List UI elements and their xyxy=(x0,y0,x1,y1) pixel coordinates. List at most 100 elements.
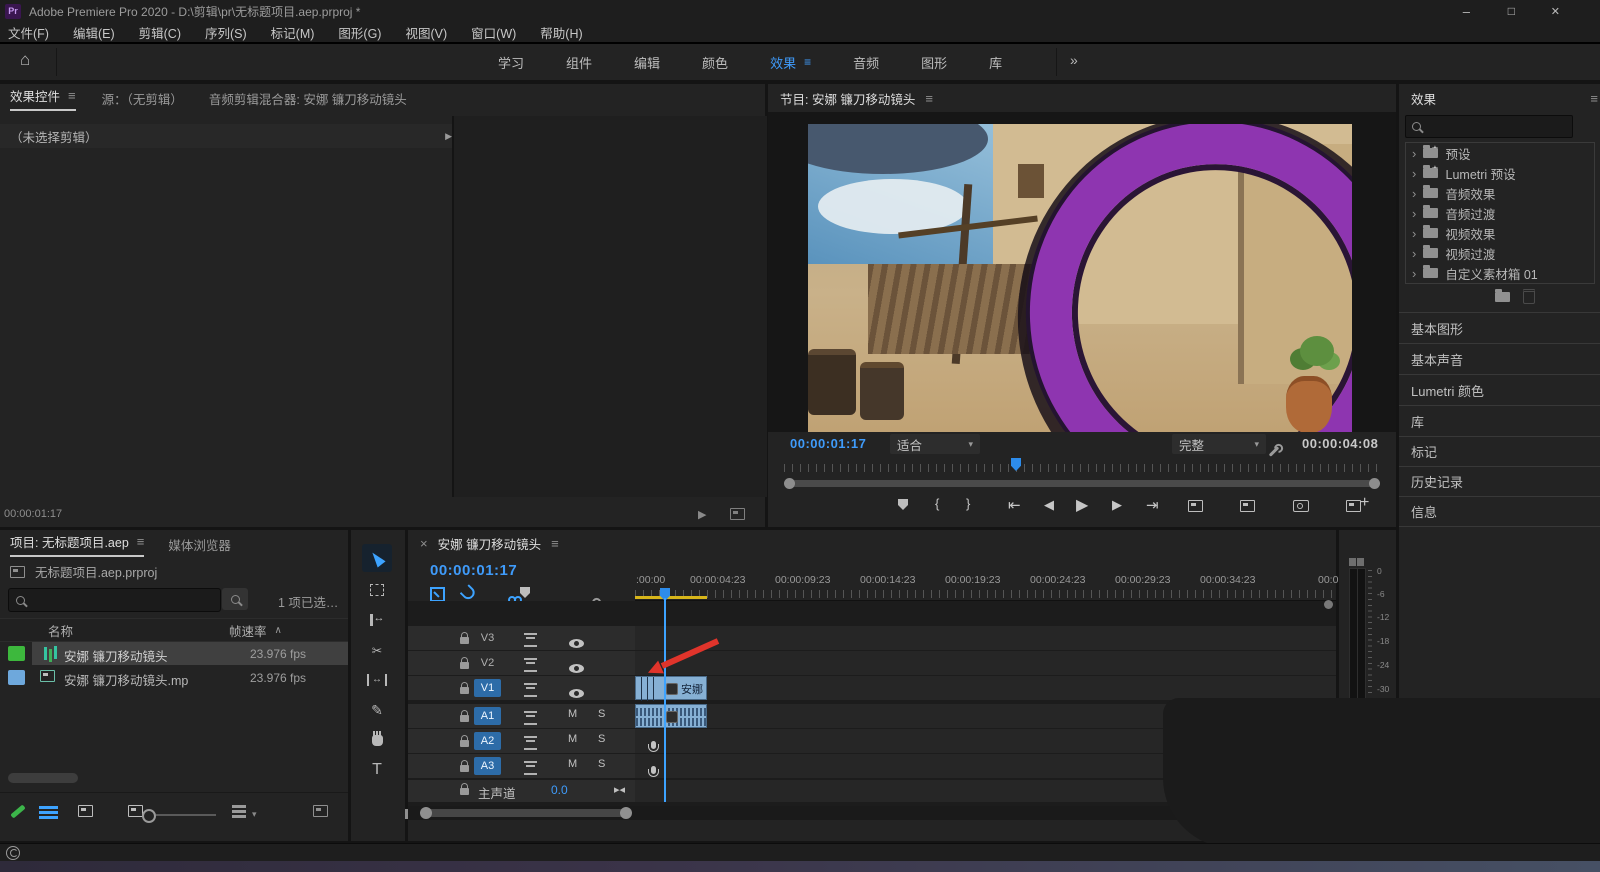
lock-icon[interactable] xyxy=(460,765,469,772)
lock-icon[interactable] xyxy=(460,788,469,795)
track-badge-a1[interactable]: A1 xyxy=(474,707,501,725)
search-bin-button[interactable] xyxy=(222,588,248,610)
master-level-value[interactable]: 0.0 xyxy=(551,783,568,797)
zoom-level-dropdown[interactable]: 适合▾ xyxy=(890,434,980,454)
chevron-right-icon[interactable]: › xyxy=(1412,226,1416,241)
maximize-button[interactable]: □ xyxy=(1508,4,1515,18)
insert-nest-icon[interactable] xyxy=(430,587,445,602)
creative-cloud-icon[interactable] xyxy=(6,846,20,860)
program-mini-ruler[interactable] xyxy=(784,464,1380,472)
timeline-ruler[interactable]: :00:00 00:00:04:23 00:00:09:23 00:00:14:… xyxy=(635,570,1336,601)
playback-resolution-dropdown[interactable]: 完整▾ xyxy=(1172,434,1266,454)
track-badge-a3[interactable]: A3 xyxy=(474,757,501,775)
project-row-sequence[interactable]: 安娜 镰刀移动镜头 23.976 fps xyxy=(0,642,348,665)
sort-caret-icon[interactable]: ▾ xyxy=(252,809,257,820)
item-name[interactable]: 安娜 镰刀移动镜头.mp xyxy=(64,670,188,689)
item-name[interactable]: 安娜 镰刀移动镜头 xyxy=(64,646,167,665)
expand-arrow-icon[interactable]: ▶ xyxy=(445,131,452,142)
panel-menu-icon[interactable]: ≡ xyxy=(925,91,933,106)
settings-wrench-icon[interactable] xyxy=(1269,446,1280,457)
automate-to-sequence-icon[interactable] xyxy=(313,805,328,817)
track-select-forward-tool[interactable] xyxy=(362,578,392,602)
tab-project[interactable]: 项目: 无标题项目.aep≡ xyxy=(10,532,144,557)
voiceover-record-icon[interactable] xyxy=(651,741,656,749)
lock-icon[interactable] xyxy=(460,662,469,669)
panel-info[interactable]: 信息 xyxy=(1399,496,1600,527)
timeline-vscrollbar-handle[interactable] xyxy=(1324,600,1333,609)
solo-track-button[interactable]: S xyxy=(598,733,605,745)
horizontal-scrollbar[interactable] xyxy=(8,773,78,783)
column-framerate[interactable]: 帧速率 xyxy=(229,621,267,640)
menu-graphics[interactable]: 图形(G) xyxy=(338,23,381,42)
menu-window[interactable]: 窗口(W) xyxy=(471,23,516,42)
step-back-icon[interactable]: ◀ xyxy=(1044,497,1054,513)
effects-tree-item-custom-bin[interactable]: › 自定义素材箱 01 xyxy=(1406,263,1594,283)
writable-pencil-icon[interactable] xyxy=(10,804,25,818)
lock-icon[interactable] xyxy=(460,687,469,694)
scrollbar-bar[interactable] xyxy=(425,809,625,817)
zoom-slider-handle[interactable] xyxy=(142,809,156,823)
lock-icon[interactable] xyxy=(460,637,469,644)
close-button[interactable]: ✕ xyxy=(1551,5,1560,18)
menu-help[interactable]: 帮助(H) xyxy=(540,23,582,42)
sync-lock-icon[interactable] xyxy=(524,711,537,725)
sync-lock-icon[interactable] xyxy=(524,736,537,750)
track-badge-a2[interactable]: A2 xyxy=(474,732,501,750)
timeline-tab[interactable]: 安娜 镰刀移动镜头 xyxy=(438,534,541,553)
panel-menu-icon[interactable]: ≡ xyxy=(1590,91,1598,106)
sync-lock-icon[interactable] xyxy=(524,658,537,672)
sort-ascending-icon[interactable]: ∧ xyxy=(275,625,282,636)
chevron-right-icon[interactable]: › xyxy=(1412,186,1416,201)
tab-libraries[interactable]: 库 xyxy=(989,53,1002,72)
project-file-row[interactable]: 无标题项目.aep.prproj xyxy=(10,562,157,581)
timeline-timecode[interactable]: 00:00:01:17 xyxy=(430,562,517,579)
sync-lock-icon[interactable] xyxy=(524,761,537,775)
scrollbar-handle-right[interactable] xyxy=(1369,478,1380,489)
program-zoom-scrollbar[interactable] xyxy=(784,478,1380,489)
effects-tree-item-audio-effects[interactable]: › 音频效果 xyxy=(1406,183,1594,203)
mute-track-button[interactable]: M xyxy=(568,758,577,770)
effects-tree-item-audio-transitions[interactable]: › 音频过渡 xyxy=(1406,203,1594,223)
tab-editing[interactable]: 编辑 xyxy=(634,53,660,72)
effects-tree-item-lumetri-presets[interactable]: › ★ Lumetri 预设 xyxy=(1406,163,1594,183)
panel-menu-icon[interactable]: ≡ xyxy=(137,534,145,549)
toggle-track-output-icon[interactable] xyxy=(569,664,584,673)
export-frame-icon[interactable] xyxy=(730,508,745,520)
panel-markers[interactable]: 标记 xyxy=(1399,436,1600,466)
project-search-input[interactable] xyxy=(8,588,221,612)
tab-media-browser[interactable]: 媒体浏览器 xyxy=(168,535,231,554)
keyframe-nav-icon[interactable]: ▸◂ xyxy=(614,783,625,796)
chevron-right-icon[interactable]: › xyxy=(1412,146,1416,161)
menu-clip[interactable]: 剪辑(C) xyxy=(139,23,181,42)
tab-color[interactable]: 颜色 xyxy=(702,53,728,72)
program-video-frame[interactable] xyxy=(808,124,1352,432)
menu-file[interactable]: 文件(F) xyxy=(8,23,49,42)
sync-lock-icon[interactable] xyxy=(524,633,537,647)
label-color-blue[interactable] xyxy=(8,670,25,685)
solo-track-button[interactable]: S xyxy=(598,708,605,720)
voiceover-record-icon[interactable] xyxy=(651,766,656,774)
ripple-edit-tool[interactable] xyxy=(362,608,392,632)
effects-tree-item-video-transitions[interactable]: › 视频过渡 xyxy=(1406,243,1594,263)
panel-history[interactable]: 历史记录 xyxy=(1399,466,1600,496)
menu-view[interactable]: 视图(V) xyxy=(405,23,447,42)
menu-marker[interactable]: 标记(M) xyxy=(271,23,315,42)
selection-tool[interactable] xyxy=(362,544,392,572)
lock-icon[interactable] xyxy=(460,740,469,747)
workspace-overflow-icon[interactable]: » xyxy=(1070,52,1078,68)
panel-essential-graphics[interactable]: 基本图形 xyxy=(1399,312,1600,343)
tab-audio-clip-mixer[interactable]: 音频剪辑混合器: 安娜 镰刀移动镜头 xyxy=(209,89,407,108)
panel-libraries[interactable]: 库 xyxy=(1399,405,1600,436)
goto-out-icon[interactable]: ⇥ xyxy=(1146,496,1159,514)
track-badge-v3[interactable]: V3 xyxy=(474,629,501,647)
menu-sequence[interactable]: 序列(S) xyxy=(205,23,247,42)
tab-effects-active[interactable]: 效果≡ xyxy=(770,53,811,72)
play-audio-icon[interactable]: ▶ xyxy=(698,508,706,521)
chevron-right-icon[interactable]: › xyxy=(1412,246,1416,261)
chevron-right-icon[interactable]: › xyxy=(1412,206,1416,221)
panel-lumetri-color[interactable]: Lumetri 颜色 xyxy=(1399,374,1600,405)
effects-panel-title[interactable]: 效果 xyxy=(1411,89,1436,108)
scrollbar-track[interactable] xyxy=(789,480,1375,487)
pen-tool[interactable]: ✎ xyxy=(362,698,392,722)
button-editor-plus-icon[interactable]: + xyxy=(1360,494,1369,512)
